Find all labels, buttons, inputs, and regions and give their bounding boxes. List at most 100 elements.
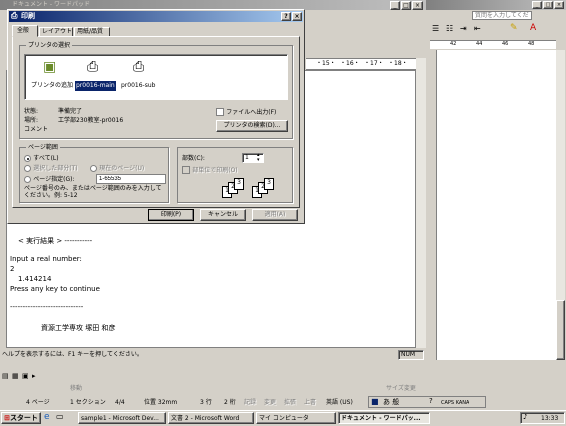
maximize-button[interactable]: □	[543, 1, 553, 9]
normal-view-icon[interactable]: ▤	[2, 372, 9, 380]
printer-name: pr0016-main	[75, 81, 116, 91]
status-pages: 4/4	[115, 399, 125, 406]
collate-checkbox[interactable]: 部単位で印刷(O)	[182, 166, 238, 176]
word-vertical-scrollbar[interactable]	[556, 50, 565, 360]
printer-item[interactable]: ⎙ pr0016-sub	[121, 59, 161, 95]
doc-line: Press any key to continue	[10, 285, 100, 293]
status-col: 2 桁	[224, 399, 236, 406]
radio-pages[interactable]: ページ指定(G):	[24, 175, 74, 185]
taskbar-item[interactable]: 文書 2 - Microsoft Word	[168, 412, 254, 424]
apply-button[interactable]: 適用(A)	[252, 209, 298, 221]
add-printer-icon: ▣	[43, 59, 57, 75]
ime-icon[interactable]: ■	[371, 397, 379, 406]
indent-icon[interactable]: ⇥	[460, 24, 467, 33]
status-ext[interactable]: 拡張	[284, 398, 296, 408]
question-box[interactable]	[472, 11, 532, 20]
status-trk[interactable]: 変更	[264, 398, 276, 408]
dialog-close-button[interactable]: ×	[292, 12, 302, 21]
dialog-title: 印刷	[21, 12, 35, 20]
doc-line: Input a real number:	[10, 255, 82, 263]
draw-move-label[interactable]: 移動	[70, 384, 82, 394]
draw-toolbar: 移動 サイズ変更	[0, 384, 566, 394]
file-output-checkbox[interactable]: ファイルへ出力(F)	[216, 108, 292, 118]
collate-label: 部単位で印刷(O)	[192, 167, 238, 174]
radio-all-label: すべて(L)	[33, 155, 59, 162]
ruler-mark: ・15・	[316, 60, 336, 67]
web-view-icon[interactable]: ▦	[12, 372, 19, 380]
location-value: 工学部230教室-pr0016	[58, 117, 124, 124]
radio-button[interactable]	[24, 154, 31, 162]
word-document-area[interactable]	[436, 50, 557, 360]
outdent-icon[interactable]: ⇤	[474, 24, 481, 33]
print-button[interactable]: 印刷(P)	[148, 209, 194, 221]
radio-button[interactable]	[24, 175, 31, 183]
printer-item-selected[interactable]: ⎙ pr0016-main	[75, 59, 116, 95]
checkbox[interactable]	[216, 108, 224, 116]
wp-minimize-button[interactable]: _	[390, 1, 400, 10]
wordpad-statusbar: ヘルプを表示するには、F1 キーを押してください。 NUM	[0, 350, 426, 361]
page-range-label: ページ範囲	[26, 143, 60, 153]
print-view-icon[interactable]: ▣	[22, 372, 29, 380]
radio-selection-label: 選択した部分(T)	[33, 165, 78, 172]
scroll-thumb[interactable]	[556, 300, 565, 360]
align-icon[interactable]: ☰	[432, 24, 439, 33]
printer-name: pr0016-sub	[121, 82, 156, 89]
ime-mode[interactable]: あ 般	[383, 397, 399, 407]
copies-spinner[interactable]: 1 ▴ ▾	[242, 153, 264, 163]
outline-view-icon[interactable]: ▸	[32, 372, 36, 380]
taskbar-item-active[interactable]: ドキュメント - ワードパッ...	[338, 412, 430, 424]
word-formatting-toolbar: ☰ ☷ ⇥ ⇤ ✎ A	[430, 23, 564, 35]
font-color-icon[interactable]: A	[530, 23, 536, 33]
printer-icon: ⎙	[11, 11, 18, 20]
doc-line: 1.414214	[18, 275, 52, 283]
radio-all[interactable]: すべて(L)	[24, 154, 59, 164]
right-ruler: 42 44 46 48	[430, 40, 556, 49]
pages-input[interactable]	[96, 174, 166, 184]
ruler-mark: ・17・	[364, 60, 384, 67]
tab-general[interactable]: 全般	[12, 25, 38, 37]
taskbar-item[interactable]: sample1 - Microsoft Dev...	[78, 412, 166, 424]
comment-label: コメント	[24, 126, 49, 133]
pages-hint: ページ番号のみ、またはページ範囲のみを入力してください。例: 5-12	[24, 185, 162, 199]
checkbox[interactable]	[182, 166, 190, 174]
copies-label: 部数(C):	[182, 155, 205, 162]
radio-selection[interactable]: 選択した部分(T)	[24, 164, 78, 174]
taskbar-item[interactable]: マイ コンピュータ	[256, 412, 336, 424]
radio-current-label: 現在のページ(U)	[99, 165, 145, 172]
start-label: スタート	[9, 414, 38, 422]
printer-item[interactable]: ▣ プリンタの追加	[31, 59, 73, 95]
draw-resize-label[interactable]: サイズ変更	[386, 384, 416, 394]
status-ovr[interactable]: 上書	[304, 398, 316, 408]
tab-label: 全般	[17, 27, 30, 34]
status-help-text: ヘルプを表示するには、F1 キーを押してください。	[2, 351, 143, 358]
desktop-icon[interactable]: ▭	[56, 412, 64, 421]
ime-help-icon[interactable]: ?	[429, 397, 433, 405]
radio-pages-label: ページ指定(G):	[33, 176, 75, 183]
close-button[interactable]: ×	[554, 1, 564, 9]
status-position: 位置 32mm	[144, 399, 178, 406]
ruler-mark: 44	[476, 41, 483, 47]
copies-group: 部数(C): 1 ▴ ▾ 部単位で印刷(O) 1 2 3 1 2 3	[177, 147, 293, 203]
highlight-icon[interactable]: ✎	[510, 23, 518, 33]
find-printer-button[interactable]: プリンタの検索(D)...	[216, 120, 288, 132]
printer-list[interactable]: ▣ プリンタの追加 ⎙ pr0016-main ⎙ pr0016-sub	[24, 54, 288, 100]
volume-icon[interactable]: ♪	[523, 413, 527, 421]
wordpad-vertical-scrollbar[interactable]	[416, 58, 426, 348]
wp-maximize-button[interactable]: □	[401, 1, 411, 10]
spin-arrows-icon[interactable]: ▴ ▾	[257, 153, 260, 163]
list-icon[interactable]: ☷	[446, 24, 453, 33]
doc-line: -----------------------------	[10, 303, 84, 311]
minimize-button[interactable]: _	[532, 1, 542, 9]
printer-group-label: プリンタの選択	[26, 41, 73, 51]
radio-button[interactable]	[24, 164, 31, 172]
radio-current-page[interactable]: 現在のページ(U)	[90, 164, 144, 174]
ruler-mark: 42	[450, 41, 457, 47]
system-tray: ♪ 13:33	[520, 412, 565, 424]
cancel-button[interactable]: キャンセル	[200, 209, 246, 221]
help-button[interactable]: ?	[281, 12, 291, 21]
start-button[interactable]: ⊞スタート	[1, 412, 41, 424]
ie-icon[interactable]: e	[44, 412, 50, 422]
status-rec[interactable]: 記録	[244, 398, 256, 408]
wp-close-button[interactable]: ×	[412, 1, 423, 10]
radio-button[interactable]	[90, 164, 97, 172]
